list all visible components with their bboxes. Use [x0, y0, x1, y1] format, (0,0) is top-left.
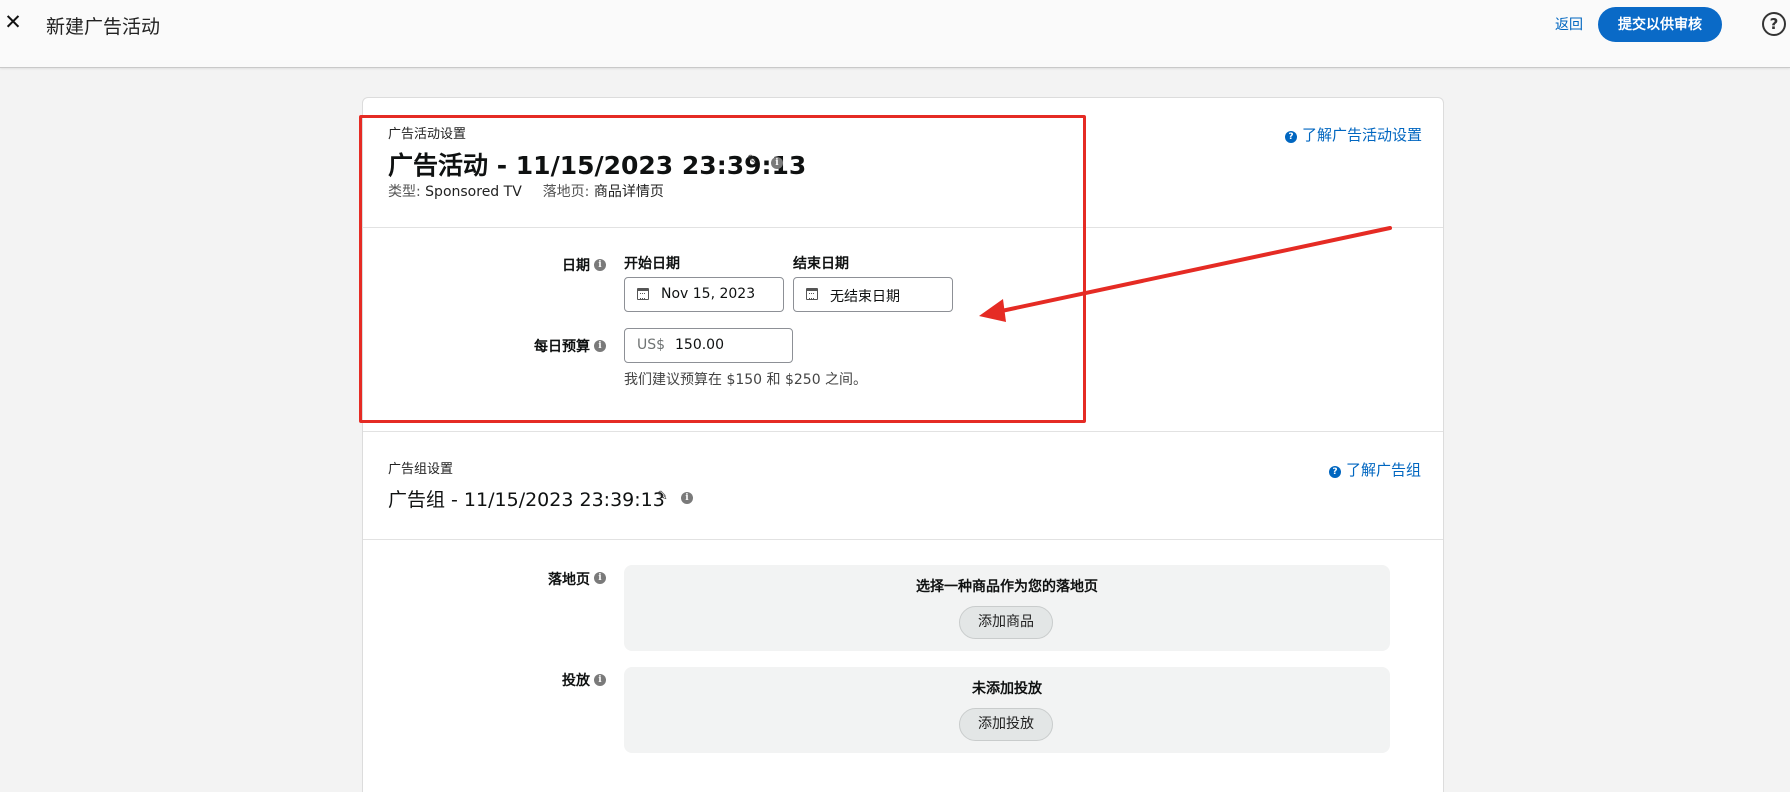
learn-adgroup-label: 了解广告组: [1346, 461, 1422, 479]
edit-adgroup-name-pencil-icon[interactable]: ✎: [657, 489, 668, 504]
targeting-empty-message: 未添加投放: [972, 681, 1042, 697]
learn-adgroup-link[interactable]: ? 了解广告组: [1329, 459, 1421, 480]
page-title: 新建广告活动: [46, 16, 161, 38]
adgroup-settings-label: 广告组设置: [388, 462, 454, 477]
learn-campaign-settings-link[interactable]: ? 了解广告活动设置: [1285, 124, 1422, 145]
annotation-highlight-box: [359, 115, 1086, 423]
close-icon[interactable]: ✕: [2, 10, 24, 34]
adgroup-name-info-icon[interactable]: i: [681, 492, 693, 504]
question-icon: ?: [1285, 131, 1297, 143]
help-icon[interactable]: ?: [1762, 12, 1786, 36]
back-link[interactable]: 返回: [1555, 14, 1583, 34]
submit-for-review-button[interactable]: 提交以供审核: [1598, 7, 1722, 42]
divider: [363, 539, 1443, 540]
landing-page-empty-message: 选择一种商品作为您的落地页: [916, 579, 1098, 595]
landing-page-empty-panel: 选择一种商品作为您的落地页 添加商品: [624, 565, 1390, 651]
landing-page-label: 落地页: [548, 572, 590, 588]
landing-page-info-icon[interactable]: i: [594, 572, 606, 584]
add-targeting-button[interactable]: 添加投放: [959, 708, 1053, 741]
learn-campaign-settings-label: 了解广告活动设置: [1302, 126, 1423, 144]
targeting-empty-panel: 未添加投放 添加投放: [624, 667, 1390, 753]
question-icon: ?: [1329, 466, 1341, 478]
adgroup-name: 广告组 - 11/15/2023 23:39:13: [388, 489, 665, 511]
add-product-button[interactable]: 添加商品: [959, 606, 1053, 639]
divider: [363, 431, 1443, 432]
targeting-info-icon[interactable]: i: [594, 674, 606, 686]
targeting-label: 投放: [562, 673, 590, 689]
top-bar: ✕ 新建广告活动 返回 提交以供审核 ?: [0, 0, 1790, 68]
